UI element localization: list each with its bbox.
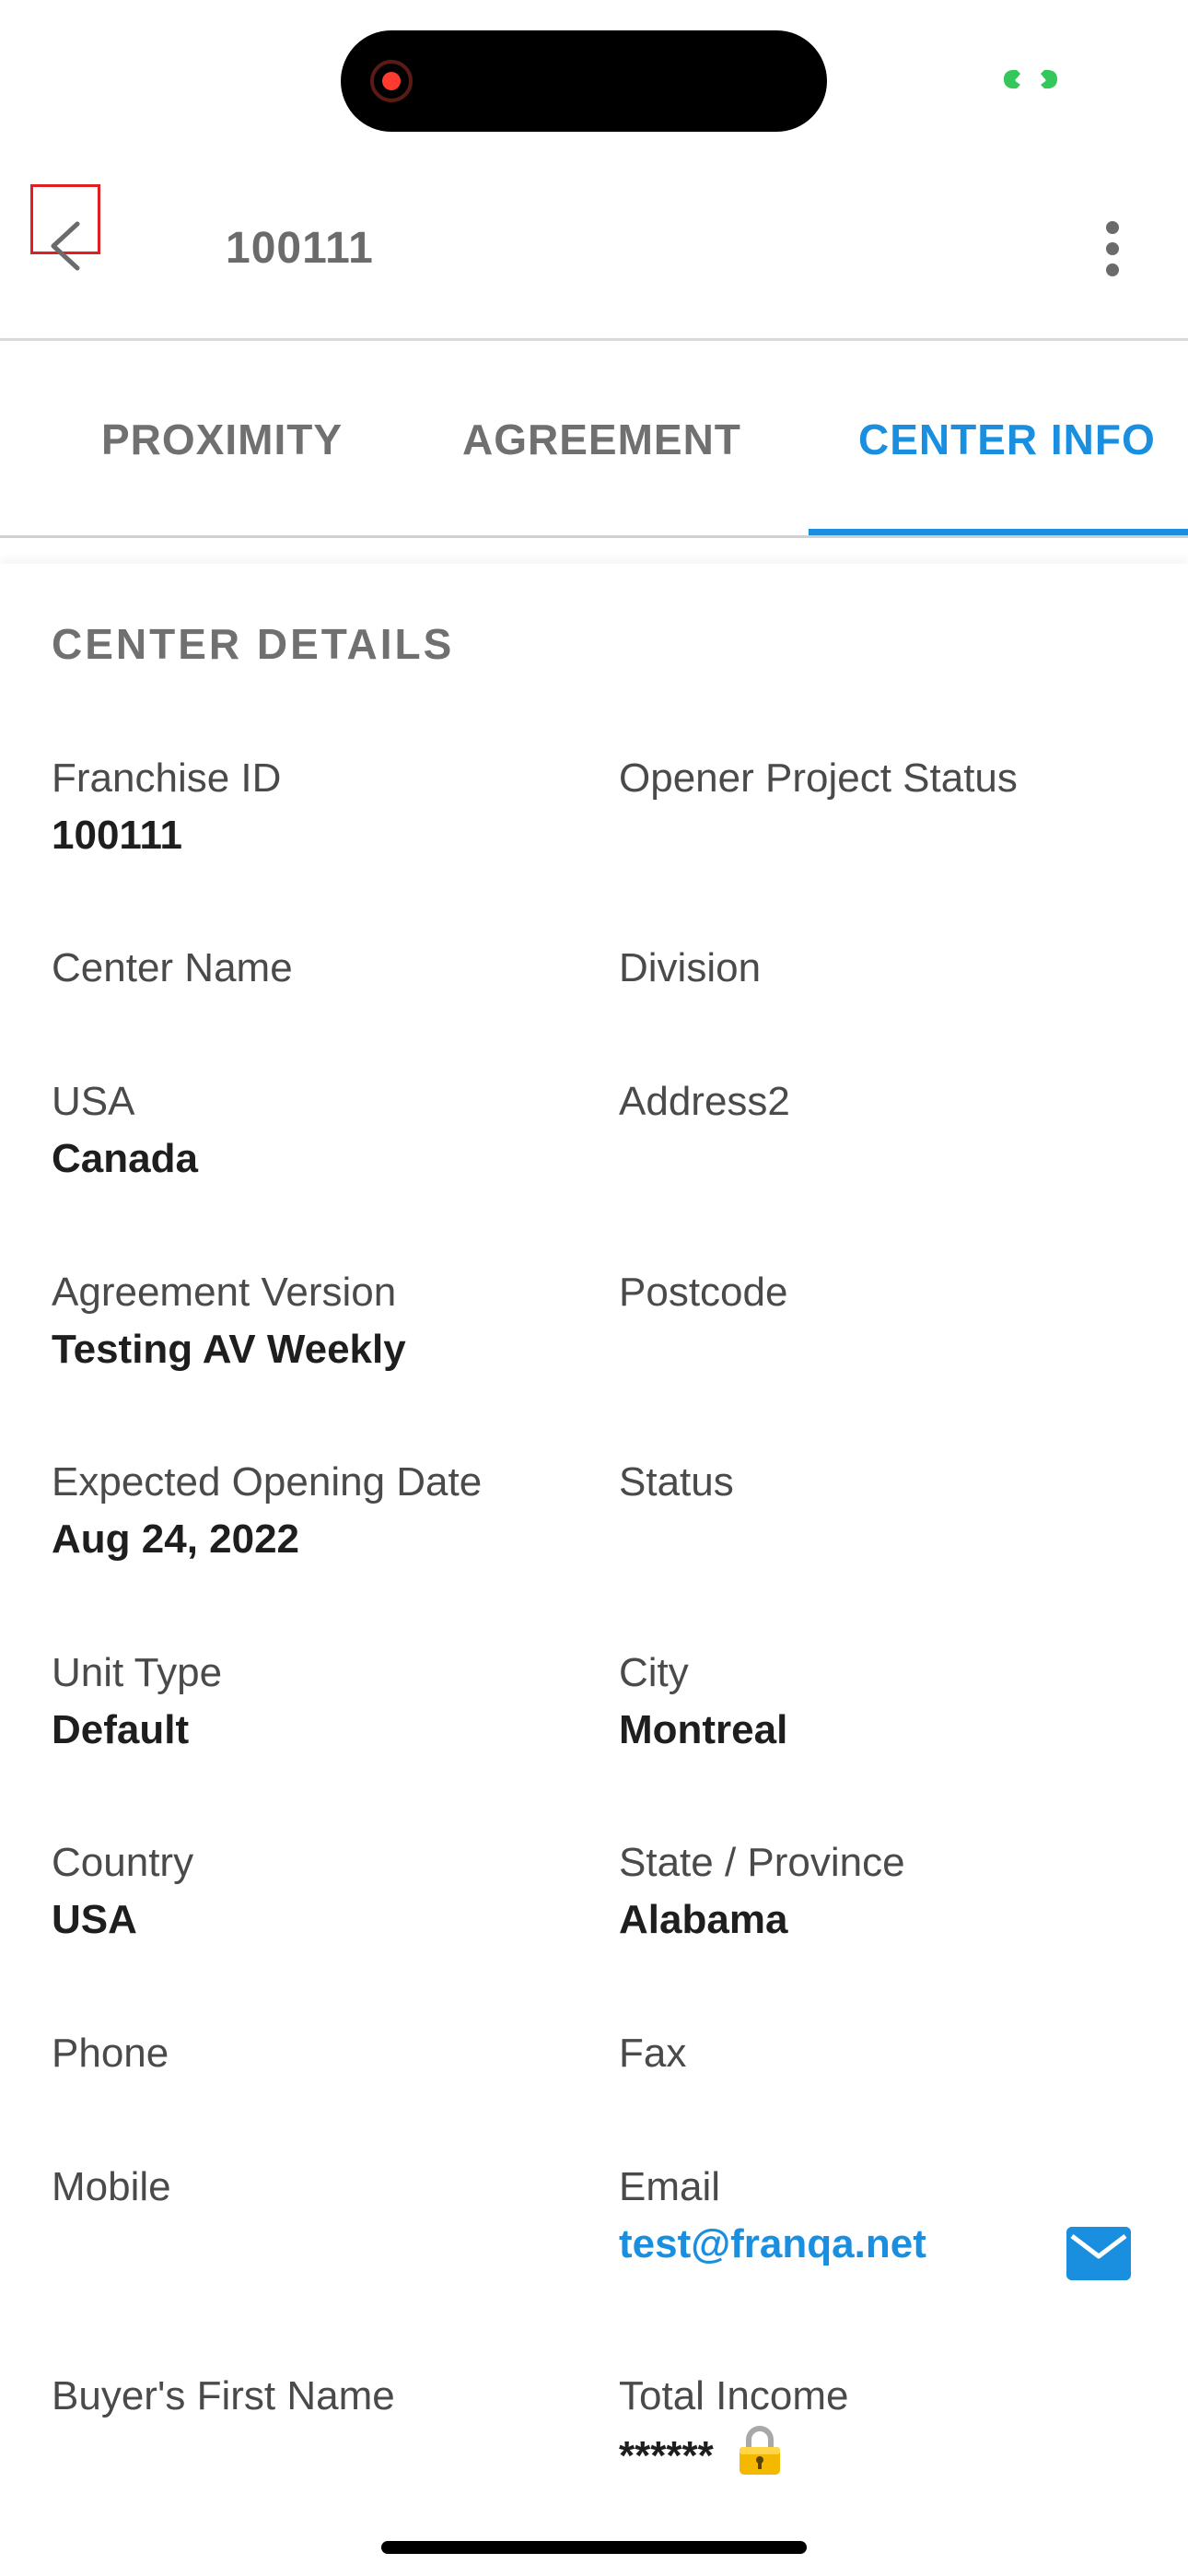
- more-options-button[interactable]: [1098, 221, 1127, 286]
- field-label: State / Province: [619, 1840, 905, 1885]
- field-label: City: [619, 1650, 689, 1695]
- email-link[interactable]: test@franqa.net: [619, 2216, 1135, 2273]
- tab-agreement[interactable]: AGREEMENT: [462, 415, 741, 464]
- field-label: Franchise ID: [52, 755, 282, 801]
- tab-center-info[interactable]: CENTER INFO: [858, 415, 1156, 464]
- field-value: USA: [52, 1897, 137, 1942]
- field-value: 100111: [52, 813, 182, 858]
- field-label: Center Name: [52, 945, 293, 990]
- section-title: CENTER DETAILS: [52, 620, 455, 668]
- field-label: Unit Type: [52, 1650, 223, 1695]
- active-tab-indicator: [809, 529, 1188, 535]
- field-value: Testing AV Weekly: [52, 1327, 406, 1372]
- field-email: Email test@franqa.net: [619, 2159, 1135, 2273]
- field-label: USA: [52, 1079, 135, 1124]
- field-label: Country: [52, 1840, 194, 1885]
- field-franchise-id: Franchise ID 100111: [52, 750, 567, 864]
- field-label: Fax: [619, 2031, 687, 2076]
- field-center-name: Center Name: [52, 940, 567, 997]
- masked-value: ******: [619, 2433, 714, 2478]
- active-call-icon: [996, 66, 1065, 92]
- tab-proximity[interactable]: PROXIMITY: [101, 415, 343, 464]
- field-usa: USA Canada: [52, 1073, 567, 1188]
- field-label: Email: [619, 2164, 721, 2209]
- field-status: Status: [619, 1454, 1135, 1511]
- field-city: City Montreal: [619, 1645, 1135, 1759]
- field-value: Montreal: [619, 1707, 788, 1752]
- field-label: Phone: [52, 2031, 169, 2076]
- screen-recording-icon: [370, 60, 413, 102]
- field-value: Default: [52, 1707, 190, 1752]
- field-country: Country USA: [52, 1834, 567, 1949]
- more-dot: [1106, 242, 1119, 255]
- field-fax: Fax: [619, 2025, 1135, 2082]
- field-label: Opener Project Status: [619, 755, 1018, 801]
- page-title: 100111: [226, 224, 374, 273]
- field-label: Buyer's First Name: [52, 2373, 395, 2418]
- field-division: Division: [619, 940, 1135, 997]
- field-label: Address2: [619, 1079, 790, 1124]
- field-agreement-version: Agreement Version Testing AV Weekly: [52, 1264, 567, 1378]
- field-label: Total Income: [619, 2373, 849, 2418]
- field-address2: Address2: [619, 1073, 1135, 1130]
- field-label: Agreement Version: [52, 1270, 397, 1315]
- app-header: 100111: [0, 175, 1188, 341]
- field-label: Division: [619, 945, 762, 990]
- field-label: Mobile: [52, 2164, 171, 2209]
- field-value: Canada: [52, 1136, 198, 1181]
- center-details-panel: CENTER DETAILS Franchise ID 100111 Opene…: [0, 564, 1188, 2576]
- field-label: Status: [619, 1459, 734, 1505]
- more-dot: [1106, 263, 1119, 276]
- back-arrow-icon: [51, 221, 80, 271]
- lock-icon: [739, 2426, 780, 2475]
- back-button[interactable]: [30, 184, 100, 271]
- field-opener-project-status: Opener Project Status: [619, 750, 1135, 807]
- tab-bar: PROXIMITY AGREEMENT CENTER INFO: [0, 341, 1188, 538]
- field-value: ******: [619, 2425, 1135, 2485]
- field-value: Aug 24, 2022: [52, 1516, 300, 1562]
- mail-icon[interactable]: [1066, 2227, 1131, 2280]
- field-value: Alabama: [619, 1897, 788, 1942]
- field-mobile: Mobile: [52, 2159, 567, 2216]
- field-postcode: Postcode: [619, 1264, 1135, 1321]
- field-phone: Phone: [52, 2025, 567, 2082]
- field-unit-type: Unit Type Default: [52, 1645, 567, 1759]
- home-indicator[interactable]: [381, 2541, 807, 2554]
- field-total-income: Total Income ******: [619, 2368, 1135, 2485]
- dynamic-island: [341, 30, 827, 132]
- field-expected-opening-date: Expected Opening Date Aug 24, 2022: [52, 1454, 567, 1568]
- more-vertical-icon: [1106, 221, 1119, 234]
- field-state-province: State / Province Alabama: [619, 1834, 1135, 1949]
- field-label: Postcode: [619, 1270, 788, 1315]
- field-label: Expected Opening Date: [52, 1459, 483, 1505]
- field-buyers-first-name: Buyer's First Name: [52, 2368, 567, 2425]
